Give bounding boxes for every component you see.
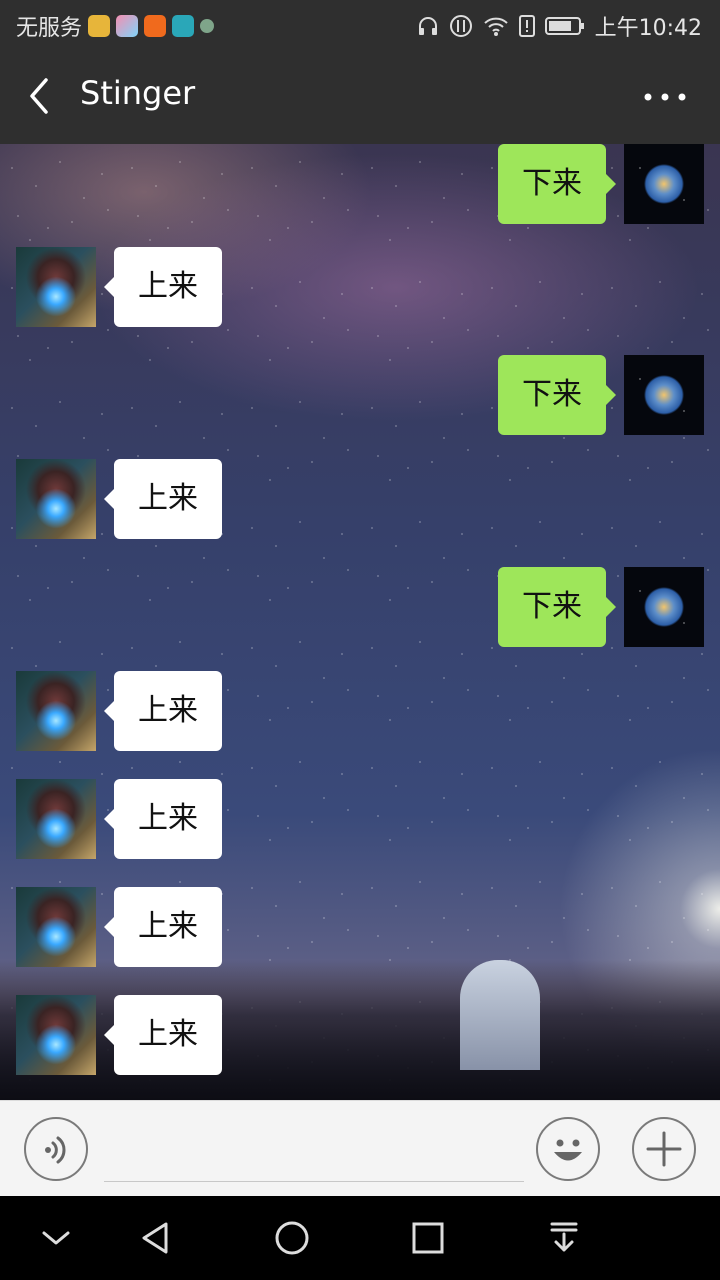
message-bubble[interactable]: 上来 [104, 671, 222, 751]
input-bar [0, 1100, 720, 1197]
back-nav-button[interactable] [136, 1218, 176, 1258]
plus-icon [646, 1131, 682, 1167]
message-bubble[interactable]: 下来 [498, 355, 616, 435]
message-input[interactable] [104, 1121, 524, 1182]
small-app-icon [200, 19, 215, 33]
message-bubble[interactable]: 上来 [104, 995, 222, 1075]
flower-app-icon [116, 15, 139, 37]
battery-icon [544, 17, 584, 35]
message-bubble[interactable]: 下来 [498, 567, 616, 647]
chevron-left-icon [30, 78, 48, 114]
ironman-avatar[interactable] [16, 887, 96, 967]
chat-area[interactable]: 下来 上来 下来 上来 下来 上来 上来 上来 上来 [0, 144, 720, 1100]
voice-button[interactable] [24, 1117, 88, 1181]
home-icon [275, 1221, 309, 1255]
message-bubble[interactable]: 下来 [498, 144, 616, 224]
back-button[interactable] [20, 76, 60, 116]
chat-title: Stinger [80, 74, 196, 112]
alert-icon [518, 15, 535, 37]
video-app-icon [144, 15, 167, 37]
message-bubble[interactable]: 上来 [104, 459, 222, 539]
hide-keyboard-button[interactable] [36, 1218, 76, 1258]
home-nav-button[interactable] [272, 1218, 312, 1258]
more-options-button[interactable] [640, 82, 690, 112]
message-bubble[interactable]: 上来 [104, 887, 222, 967]
message-bubble[interactable]: 上来 [104, 779, 222, 859]
ironman-avatar[interactable] [16, 995, 96, 1075]
more-dots-icon [644, 93, 686, 101]
observatory-silhouette [460, 960, 540, 1070]
time-label: 上午10:42 [594, 16, 702, 41]
earth-avatar[interactable] [624, 144, 704, 224]
emoji-button[interactable] [536, 1117, 600, 1181]
voice-icon [45, 1136, 66, 1164]
wifi-icon [483, 17, 508, 36]
system-nav-bar [0, 1196, 720, 1280]
recents-nav-button[interactable] [408, 1218, 448, 1258]
message-bubble[interactable]: 上来 [104, 247, 222, 327]
headphones-icon [418, 17, 437, 35]
hide-keyboard-icon [42, 1231, 70, 1245]
notification-pull-icon [550, 1222, 578, 1252]
ironman-avatar[interactable] [16, 779, 96, 859]
ironman-avatar[interactable] [16, 671, 96, 751]
ironman-avatar[interactable] [16, 247, 96, 327]
ironman-avatar[interactable] [16, 459, 96, 539]
notification-pull-button[interactable] [544, 1218, 584, 1258]
star-app-icon [88, 15, 111, 37]
status-bar: 无服务 上午10:42 [0, 0, 720, 50]
carrier-label: 无服务 [16, 16, 83, 41]
data-icon [449, 15, 472, 37]
recents-icon [412, 1222, 444, 1254]
back-icon [142, 1222, 168, 1254]
plus-button[interactable] [632, 1117, 696, 1181]
chat-header: Stinger [0, 50, 720, 144]
earth-avatar[interactable] [624, 567, 704, 647]
emoji-icon [554, 1139, 582, 1161]
earth-avatar[interactable] [624, 355, 704, 435]
book-app-icon [172, 15, 195, 37]
